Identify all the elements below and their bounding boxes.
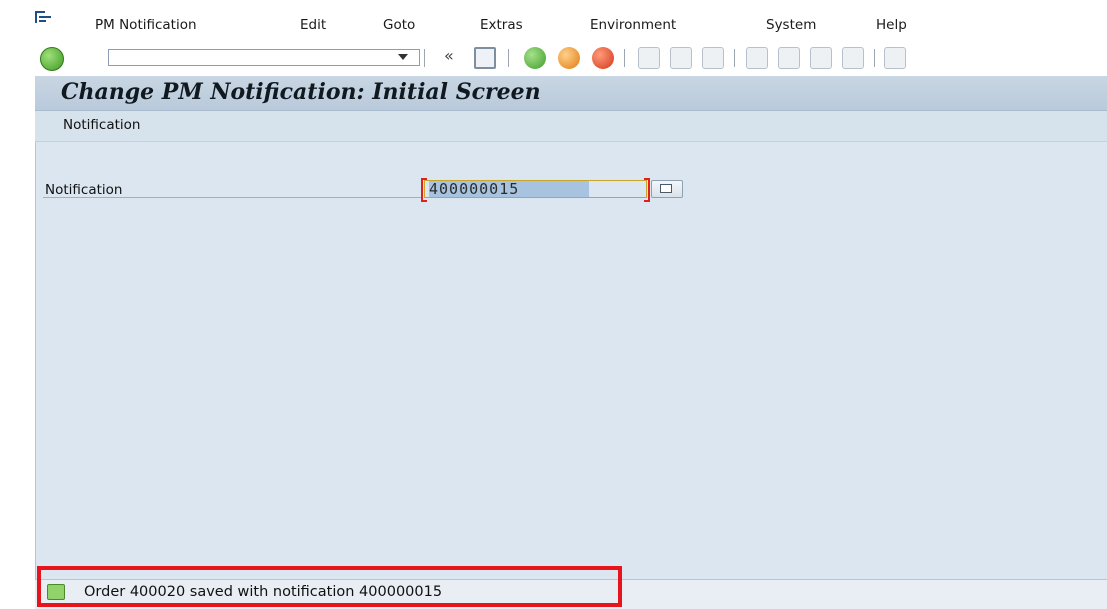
menu-item-edit[interactable]: Edit: [300, 17, 326, 33]
find-icon[interactable]: [670, 47, 692, 69]
value-help-icon: [660, 184, 672, 193]
toolbar-separator: [624, 49, 625, 67]
notification-field-label: Notification: [45, 182, 123, 198]
print-icon[interactable]: [638, 47, 660, 69]
command-field-dropdown-icon[interactable]: [398, 54, 408, 60]
menu-item-help[interactable]: Help: [876, 17, 907, 33]
exit-icon[interactable]: [558, 47, 580, 69]
toolbar-separator: [874, 49, 875, 67]
next-page-icon[interactable]: [810, 47, 832, 69]
page-title: Change PM Notification: Initial Screen: [61, 79, 541, 105]
notification-toolbar-button[interactable]: Notification: [63, 117, 140, 133]
field-focus-bracket-right: [644, 178, 650, 202]
enter-icon[interactable]: [40, 47, 64, 71]
menu-item-goto[interactable]: Goto: [383, 17, 415, 33]
first-page-icon[interactable]: [746, 47, 768, 69]
menu-item-extras[interactable]: Extras: [480, 17, 523, 33]
field-focus-bracket-left: [421, 178, 427, 202]
toolbar-separator: [734, 49, 735, 67]
system-menu-icon[interactable]: [34, 10, 52, 24]
content-area: [35, 76, 1107, 608]
save-icon[interactable]: [474, 47, 496, 69]
field-underline: [43, 197, 423, 198]
cancel-icon[interactable]: [592, 47, 614, 69]
back-icon[interactable]: [524, 47, 546, 69]
previous-page-icon[interactable]: [778, 47, 800, 69]
status-highlight-box: [37, 566, 622, 607]
last-page-icon[interactable]: [842, 47, 864, 69]
command-field[interactable]: [108, 49, 420, 66]
toolbar-separator: [508, 49, 509, 67]
layout-icon[interactable]: [884, 47, 906, 69]
toolbar-separator: [424, 49, 425, 67]
find-next-icon[interactable]: [702, 47, 724, 69]
menu-item-pm-notification[interactable]: PM Notification: [95, 17, 197, 33]
collapse-toolbar-icon[interactable]: «: [444, 46, 454, 65]
menu-item-system[interactable]: System: [766, 17, 816, 33]
menu-item-environment[interactable]: Environment: [590, 17, 676, 33]
application-toolbar: [35, 111, 1107, 142]
notification-input[interactable]: [424, 180, 647, 198]
